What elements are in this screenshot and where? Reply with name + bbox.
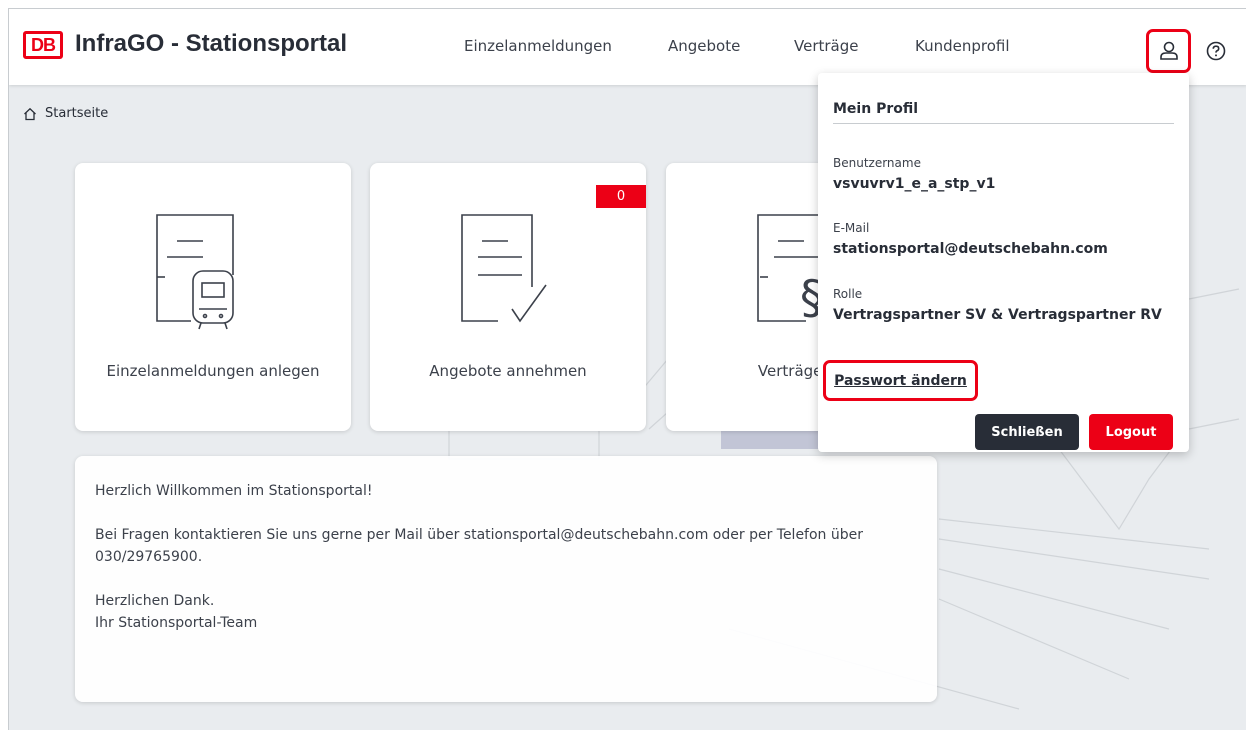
app-frame: DB InfraGO - Stationsportal Einzelanmeld… [8, 8, 1246, 730]
welcome-thanks: Herzlichen Dank. [95, 593, 215, 609]
role-value: Vertragspartner SV & Vertragspartner RV [833, 307, 1162, 323]
breadcrumb[interactable]: Startseite [23, 106, 108, 121]
username-value: vsvuvrv1_e_a_stp_v1 [833, 176, 996, 192]
document-train-icon [156, 214, 234, 330]
welcome-heading: Herzlich Willkommen im Stationsportal! [95, 483, 373, 499]
breadcrumb-home-label: Startseite [45, 106, 109, 121]
nav-einzelanmeldungen[interactable]: Einzelanmeldungen [464, 37, 612, 55]
email-value: stationsportal@deutschebahn.com [833, 241, 1108, 257]
user-icon [1159, 41, 1178, 60]
nav-kundenprofil[interactable]: Kundenprofil [915, 37, 1010, 55]
welcome-card: Herzlich Willkommen im Stationsportal! B… [75, 456, 937, 702]
profile-title: Mein Profil [833, 101, 919, 117]
tile-einzelanmeldungen[interactable]: Einzelanmeldungen anlegen [75, 163, 351, 431]
welcome-signature: Ihr Stationsportal-Team [95, 615, 258, 631]
profile-popover: Mein Profil Benutzername vsvuvrv1_e_a_st… [818, 73, 1189, 452]
tile-label: Einzelanmeldungen anlegen [106, 362, 320, 380]
divider [833, 123, 1174, 124]
nav-vertraege[interactable]: Verträge [794, 37, 858, 55]
change-password-link[interactable]: Passwort ändern [834, 373, 967, 389]
role-label: Rolle [833, 287, 863, 301]
count-badge: 0 [596, 185, 646, 208]
welcome-contact-text: Bei Fragen kontaktieren Sie uns gerne pe… [95, 527, 864, 565]
tile-angebote[interactable]: 0 Angebote annehmen [370, 163, 646, 431]
nav-angebote[interactable]: Angebote [668, 37, 740, 55]
document-check-icon [461, 214, 547, 323]
logout-button[interactable]: Logout [1089, 414, 1173, 450]
change-password-highlight: Passwort ändern [823, 360, 978, 401]
db-logo: DB [23, 31, 63, 59]
app-title: InfraGO - Stationsportal [75, 30, 348, 57]
username-label: Benutzername [833, 156, 921, 170]
home-icon [24, 107, 36, 120]
help-icon[interactable] [1206, 41, 1226, 61]
email-label: E-Mail [833, 221, 870, 235]
close-button[interactable]: Schließen [975, 414, 1079, 450]
user-profile-button[interactable] [1146, 29, 1191, 73]
tile-label: Angebote annehmen [429, 362, 587, 380]
